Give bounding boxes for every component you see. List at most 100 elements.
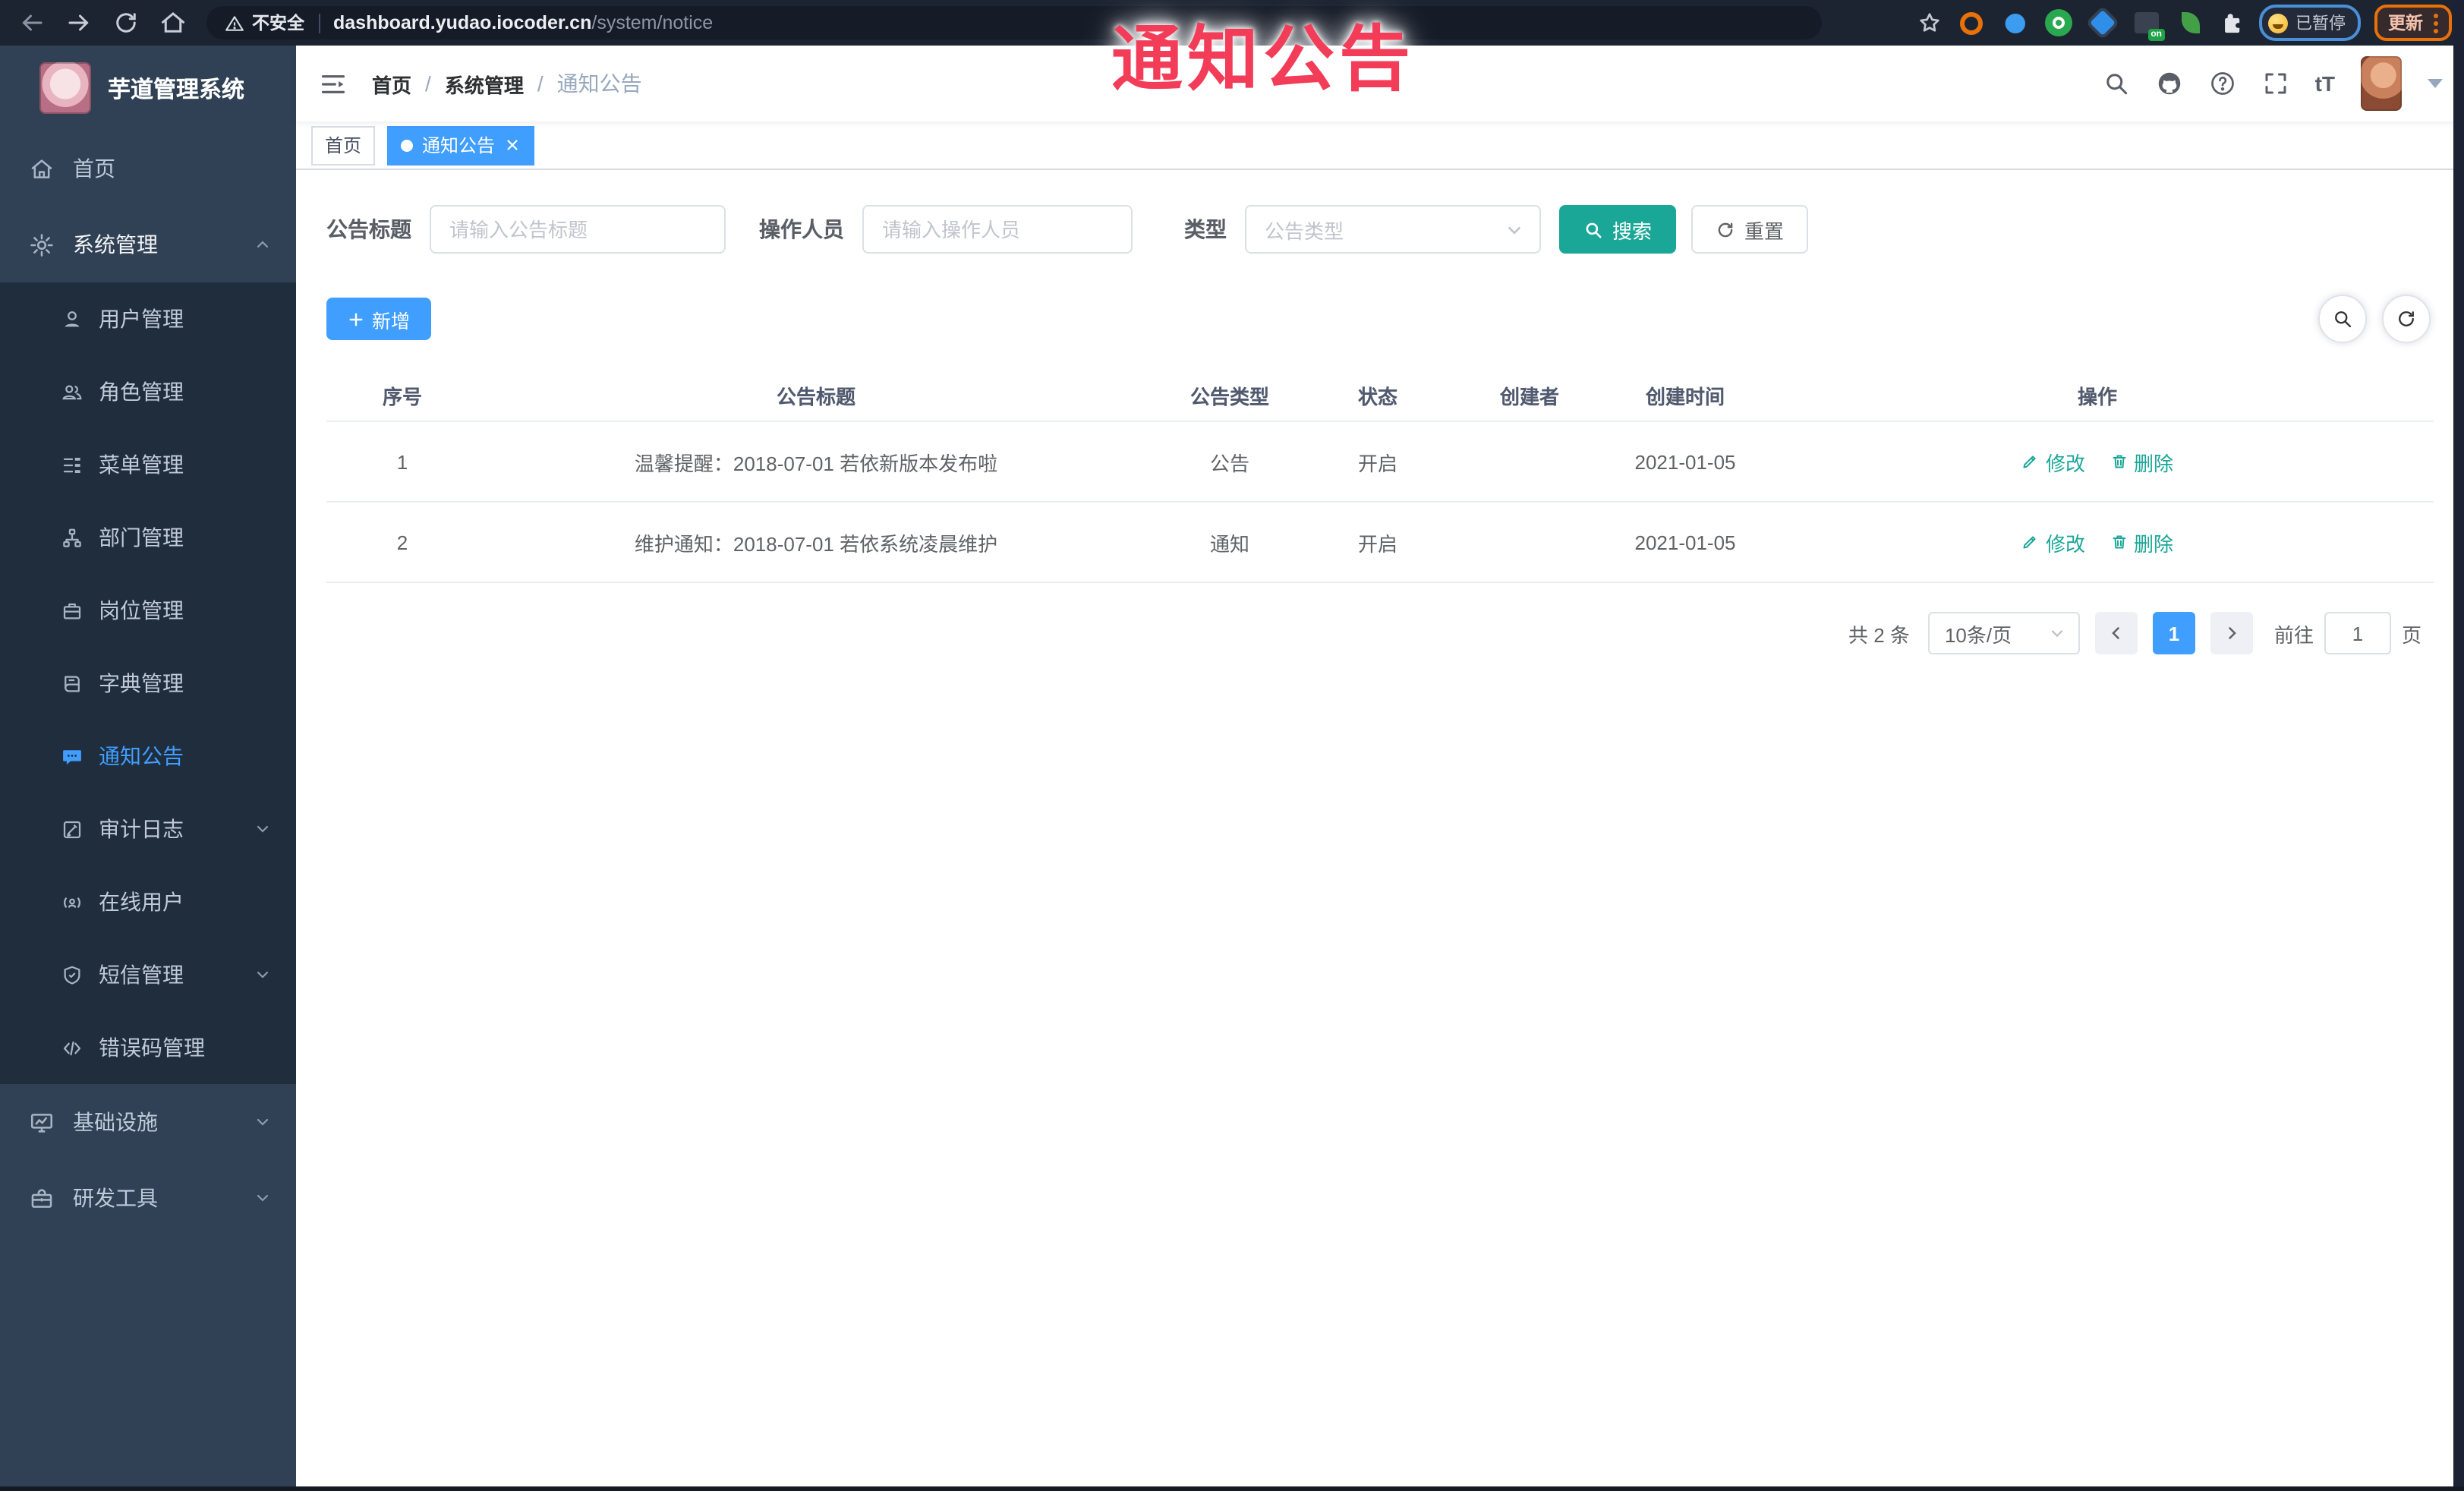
sidebar-item-users[interactable]: 用户管理: [0, 282, 296, 355]
update-label: 更新: [2388, 15, 2423, 33]
table-row[interactable]: 2 维护通知：2018-07-01 若依系统凌晨维护 通知 开启 2021-01…: [326, 503, 2434, 583]
chevron-down-icon: [254, 966, 272, 984]
column-header: 创建者: [1499, 385, 1559, 408]
extensions-puzzle-icon[interactable]: [2220, 10, 2245, 36]
sidebar-item-posts[interactable]: 岗位管理: [0, 574, 296, 647]
browser-back-button[interactable]: [18, 9, 46, 36]
sidebar-item-roles[interactable]: 角色管理: [0, 355, 296, 428]
edit-link[interactable]: 修改: [2021, 447, 2085, 476]
extension-orange-ring-icon[interactable]: [1955, 8, 1986, 38]
sidebar-item-departments[interactable]: 部门管理: [0, 501, 296, 574]
sidebar-item-menus[interactable]: 菜单管理: [0, 428, 296, 501]
briefcase-icon: [61, 599, 83, 622]
breadcrumb-home[interactable]: 首页: [372, 69, 411, 98]
chrome-update-button[interactable]: 更新: [2374, 5, 2452, 41]
extension-on-badge: on: [2147, 29, 2165, 41]
cell-create-time: 2021-01-05: [1634, 531, 1736, 553]
edit-link-label: 修改: [2045, 452, 2085, 474]
fullscreen-icon[interactable]: [2262, 70, 2289, 97]
extension-blue-gem-icon[interactable]: [2087, 8, 2118, 38]
sidebar-item-infrastructure[interactable]: 基础设施: [0, 1084, 296, 1160]
cell-status: 开启: [1357, 532, 1397, 555]
github-icon[interactable]: [2156, 70, 2183, 97]
table-row[interactable]: 1 温馨提醒：2018-07-01 若依新版本发布啦 公告 开启 2021-01…: [326, 422, 2434, 503]
column-header: 状态: [1357, 385, 1397, 408]
cell-type: 通知: [1209, 532, 1249, 555]
prev-page-button[interactable]: [2094, 612, 2138, 654]
chevron-up-icon: [254, 235, 272, 254]
browser-reload-button[interactable]: [112, 9, 140, 36]
extension-green-circle-icon[interactable]: [2043, 8, 2074, 38]
chevron-down-icon: [254, 820, 272, 838]
table-toolbar: 新增: [326, 295, 2434, 343]
sidebar-item-dictionary[interactable]: 字典管理: [0, 647, 296, 720]
sidebar-item-devtools[interactable]: 研发工具: [0, 1160, 296, 1236]
goto-page-input[interactable]: [2324, 612, 2391, 654]
header-search-icon[interactable]: [2103, 70, 2130, 97]
trash-icon: [2110, 452, 2128, 471]
avatar-caret-down-icon[interactable]: [2428, 79, 2443, 88]
refresh-icon: [1716, 219, 1735, 239]
security-label: 不安全: [252, 15, 304, 33]
not-secure-warning-icon: [225, 13, 244, 33]
extension-blue-drop-icon[interactable]: [1999, 8, 2030, 38]
toggle-search-button[interactable]: [2318, 295, 2367, 343]
notice-title-input[interactable]: [430, 205, 726, 254]
bookmark-star-icon[interactable]: [1917, 11, 1942, 35]
next-page-button[interactable]: [2210, 612, 2253, 654]
edit-link[interactable]: 修改: [2021, 528, 2085, 556]
cell-title: 温馨提醒：2018-07-01 若依新版本发布啦: [634, 452, 998, 474]
tab-home[interactable]: 首页: [311, 125, 376, 165]
browser-menu-kebab-icon[interactable]: [2434, 13, 2438, 33]
notice-type-select[interactable]: 公告类型: [1245, 205, 1541, 254]
page-size-select[interactable]: 10条/页: [1927, 612, 2080, 654]
trash-icon: [2110, 533, 2128, 551]
font-size-icon[interactable]: tT: [2315, 71, 2335, 96]
close-tab-icon[interactable]: [504, 137, 521, 153]
app-title: 芋道管理系统: [108, 77, 245, 102]
app-logo-row[interactable]: 芋道管理系统: [0, 46, 296, 131]
chevron-down-icon: [254, 1113, 272, 1131]
tags-view-bar: 首页 通知公告: [296, 121, 2464, 170]
breadcrumb-system[interactable]: 系统管理: [445, 69, 524, 98]
browser-home-button[interactable]: [159, 9, 187, 36]
browser-forward-button[interactable]: [65, 9, 93, 36]
delete-link[interactable]: 删除: [2110, 528, 2173, 556]
users-group-icon: [61, 380, 83, 403]
page-number-current[interactable]: 1: [2152, 612, 2195, 654]
type-label: 类型: [1184, 217, 1227, 241]
pencil-icon: [2021, 452, 2040, 471]
avatar[interactable]: [2361, 56, 2402, 111]
monitor-chart-icon: [29, 1109, 55, 1135]
paused-extension-chip[interactable]: 已暂停: [2259, 5, 2361, 41]
sidebar-item-home[interactable]: 首页: [0, 131, 296, 206]
hamburger-icon[interactable]: [319, 69, 348, 98]
delete-link[interactable]: 删除: [2110, 447, 2173, 476]
delete-link-label: 删除: [2134, 532, 2174, 555]
sidebar-item-label: 部门管理: [99, 525, 184, 550]
dashboard-icon: [29, 156, 55, 181]
address-bar[interactable]: 不安全 dashboard.yudao.iocoder.cn/system/no…: [206, 6, 1822, 39]
extension-switch-icon[interactable]: on: [2132, 8, 2165, 41]
org-tree-icon: [61, 526, 83, 549]
book-icon: [61, 672, 83, 695]
add-button[interactable]: 新增: [326, 298, 432, 340]
sidebar-item-error-codes[interactable]: 错误码管理: [0, 1011, 296, 1084]
help-icon[interactable]: [2209, 70, 2236, 97]
sidebar-item-online-users[interactable]: 在线用户: [0, 865, 296, 938]
sidebar-item-sms[interactable]: 短信管理: [0, 938, 296, 1011]
operator-input[interactable]: [862, 205, 1133, 254]
edit-link-label: 修改: [2045, 532, 2085, 555]
sidebar-item-audit-log[interactable]: 审计日志: [0, 793, 296, 865]
tab-label: 通知公告: [422, 135, 496, 156]
sidebar-item-notice[interactable]: 通知公告: [0, 720, 296, 793]
app-logo: [39, 62, 91, 114]
refresh-table-button[interactable]: [2382, 295, 2431, 343]
refresh-icon: [2396, 308, 2417, 329]
sidebar-item-system[interactable]: 系统管理: [0, 206, 296, 282]
tab-notice-active[interactable]: 通知公告: [387, 125, 535, 165]
reset-button[interactable]: 重置: [1691, 205, 1809, 254]
sidebar-item-label: 系统管理: [73, 232, 158, 257]
search-button[interactable]: 搜索: [1559, 205, 1677, 254]
extension-leaf-icon[interactable]: [2176, 8, 2206, 38]
